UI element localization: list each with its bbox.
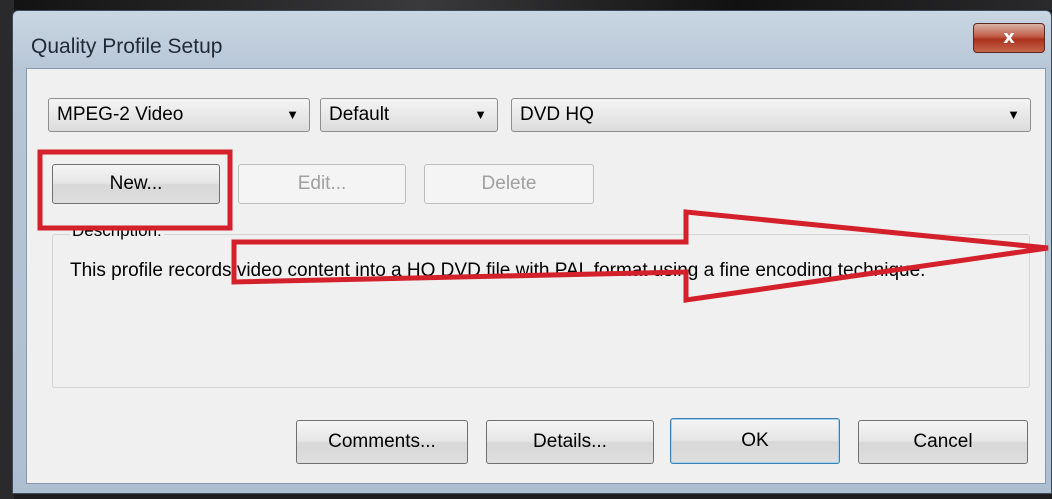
details-button[interactable]: Details...	[486, 420, 654, 464]
description-text: This profile records video content into …	[70, 260, 926, 281]
profile-dropdown-value: DVD HQ	[520, 104, 594, 125]
new-profile-button[interactable]: New...	[52, 164, 220, 204]
preset-dropdown[interactable]: Default ▼	[320, 98, 498, 132]
ok-button[interactable]: OK	[670, 418, 840, 464]
desktop-background	[0, 0, 1052, 10]
edit-profile-button[interactable]: Edit...	[238, 164, 406, 204]
window-title: Quality Profile Setup	[31, 35, 223, 58]
preset-dropdown-value: Default	[329, 104, 390, 125]
cancel-button[interactable]: Cancel	[858, 420, 1028, 464]
codec-dropdown[interactable]: MPEG-2 Video ▼	[48, 98, 310, 132]
comments-button[interactable]: Comments...	[296, 420, 468, 464]
chevron-down-icon[interactable]: ▼	[286, 99, 299, 131]
profile-dropdown[interactable]: DVD HQ ▼	[511, 98, 1031, 132]
chevron-down-icon[interactable]: ▼	[1007, 99, 1020, 131]
chevron-down-icon[interactable]: ▼	[474, 99, 487, 131]
delete-profile-button[interactable]: Delete	[424, 164, 594, 204]
description-label: Description:	[70, 226, 164, 240]
close-button[interactable]: x	[973, 23, 1045, 53]
codec-dropdown-value: MPEG-2 Video	[57, 104, 184, 125]
